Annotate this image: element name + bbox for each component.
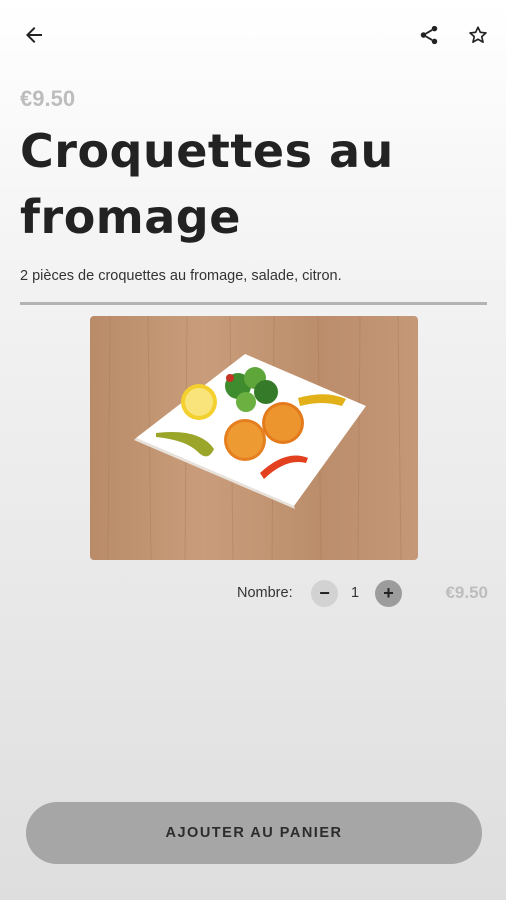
- line-total-price: €9.50: [445, 583, 488, 602]
- product-title: Croquettes au fromage: [20, 124, 394, 244]
- minus-icon: −: [319, 583, 330, 603]
- plus-icon: +: [383, 583, 394, 603]
- decrease-quantity-button[interactable]: −: [311, 580, 338, 607]
- arrow-left-icon: [26, 27, 42, 43]
- share-button[interactable]: [409, 15, 449, 55]
- product-price: €9.50: [20, 86, 76, 111]
- top-app-bar: [0, 0, 506, 72]
- star-outline-icon: [469, 26, 487, 43]
- favorite-button[interactable]: [458, 15, 498, 55]
- quantity-label: Nombre:: [237, 585, 293, 601]
- increase-quantity-button[interactable]: +: [375, 580, 402, 607]
- back-button[interactable]: [14, 15, 54, 55]
- product-image: [90, 316, 418, 560]
- share-icon: [420, 25, 438, 45]
- add-to-cart-button[interactable]: AJOUTER AU PANIER: [26, 802, 482, 864]
- quantity-value: 1: [350, 585, 360, 601]
- product-description: 2 pièces de croquettes au fromage, salad…: [20, 268, 342, 284]
- divider: [20, 302, 487, 305]
